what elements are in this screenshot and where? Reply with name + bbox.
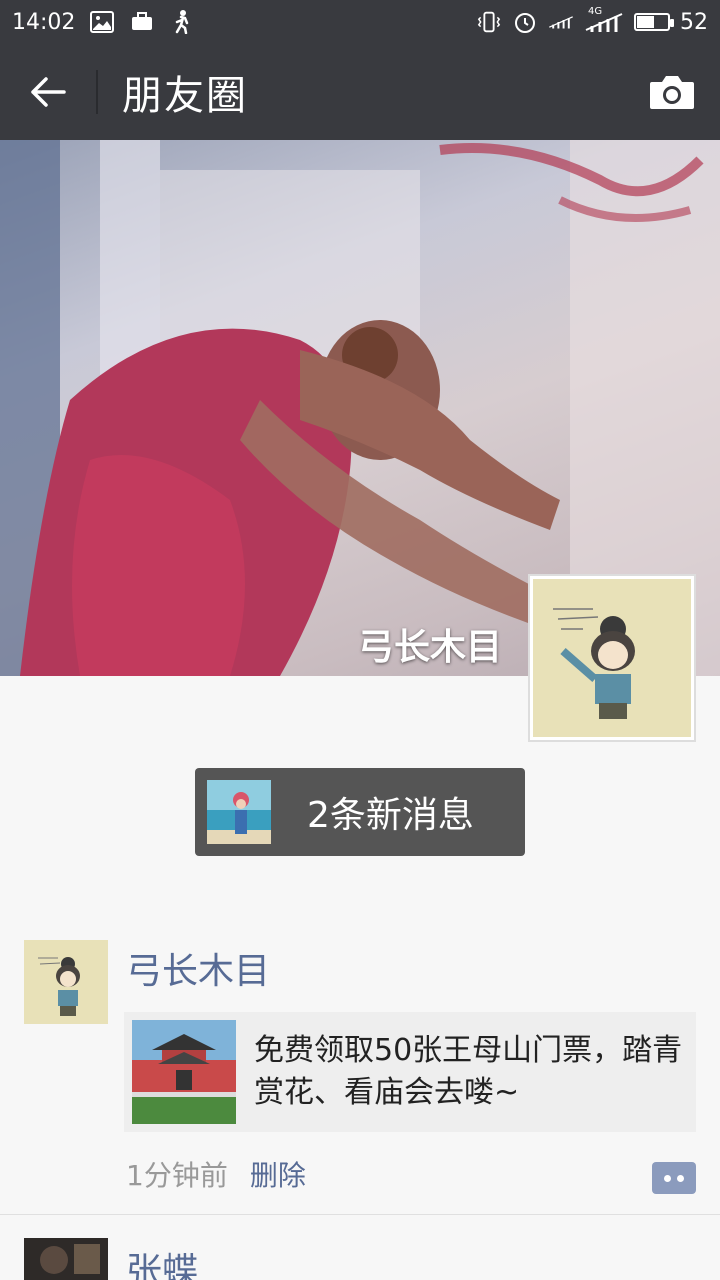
post-divider	[0, 1214, 720, 1215]
shared-link-title: 免费领取50张王母山门票，踏青赏花、看庙会去喽~	[254, 1033, 683, 1110]
status-time: 14:02	[12, 9, 76, 35]
new-messages-button[interactable]: 2条新消息	[195, 768, 525, 856]
shared-link-thumbnail	[132, 1020, 236, 1124]
post-author[interactable]: 张蝶	[126, 1242, 198, 1280]
network-type: 4G	[588, 6, 603, 17]
nav-bar: 朋友圈	[0, 44, 720, 140]
post-author[interactable]: 弓长木目	[126, 942, 270, 994]
post-avatar[interactable]	[24, 1238, 108, 1280]
back-arrow-icon	[31, 77, 66, 107]
delete-link[interactable]: 删除	[250, 1154, 306, 1194]
comment-dot-icon	[664, 1174, 671, 1182]
post-meta: 1分钟前 删除	[126, 1154, 306, 1194]
nav-divider	[96, 70, 98, 114]
post-avatar[interactable]	[24, 940, 108, 1024]
camera-button[interactable]	[624, 44, 720, 140]
battery-level: 52	[680, 9, 708, 35]
camera-icon	[650, 76, 694, 109]
cover-owner-name: 弓长木目	[357, 627, 502, 668]
signal-4g-icon: 4G	[584, 6, 624, 34]
owner-avatar[interactable]	[528, 574, 696, 742]
battery-icon	[634, 13, 674, 31]
new-message-avatar	[207, 780, 271, 844]
post-time: 1分钟前	[126, 1159, 228, 1192]
battery-fill	[637, 16, 654, 28]
status-bar: 14:02 4G 52	[0, 0, 720, 44]
vibrate-icon	[476, 10, 502, 34]
comment-dot-icon	[677, 1174, 684, 1182]
comment-button[interactable]	[652, 1162, 696, 1194]
shared-link-card[interactable]: 免费领取50张王母山门票，踏青赏花、看庙会去喽~	[124, 1012, 696, 1132]
moment-post: 张蝶	[0, 1238, 720, 1280]
signal-icon	[548, 10, 574, 34]
suitcase-icon	[129, 10, 155, 34]
walking-icon	[169, 10, 195, 34]
new-messages-label: 2条新消息	[307, 795, 474, 836]
gallery-icon	[89, 10, 115, 34]
moment-post: 弓长木目 免费领取50张王母山门票，踏青赏花、看庙会去喽~ 1分钟前 删除	[0, 940, 720, 1214]
page-title: 朋友圈	[122, 73, 248, 119]
owner-avatar-image	[533, 579, 691, 737]
alarm-icon	[512, 10, 538, 34]
back-button[interactable]	[0, 44, 96, 140]
